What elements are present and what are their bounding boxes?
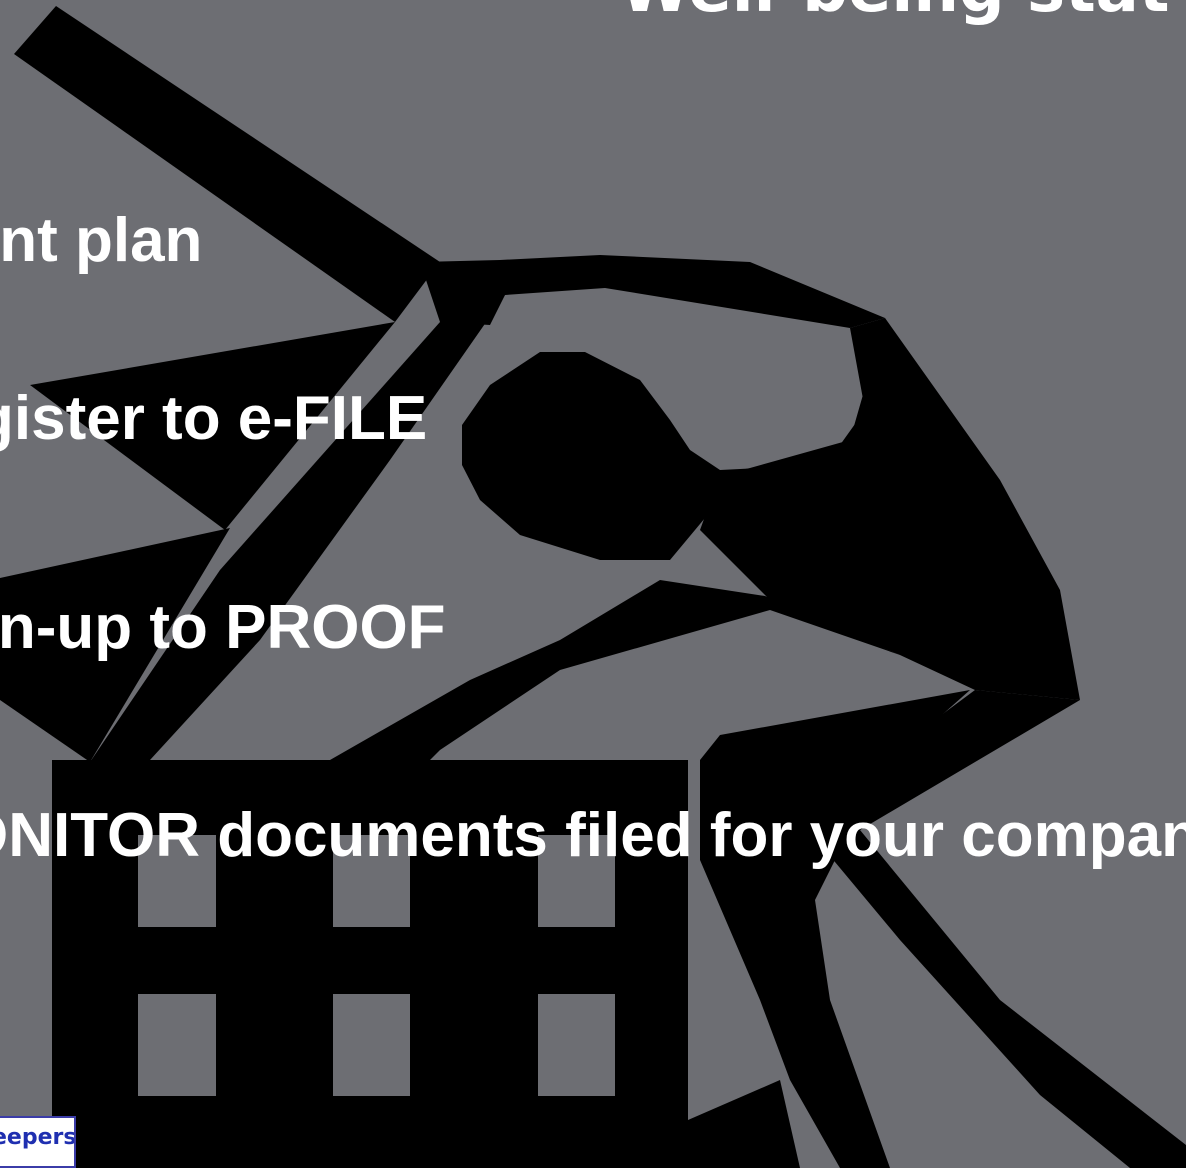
bullet-point-plan: int plan [0,206,203,275]
slide-heading: Well-being stat [620,0,1169,22]
bullet-monitor-documents: ONITOR documents filed for your company [0,801,1186,870]
bullet-signup-proof: gn-up to PROOF [0,593,446,662]
worker-arm [420,255,885,328]
worker-body [700,318,1080,700]
worker-lifting-building-icon [0,6,1186,1168]
bullet-register-efile: gister to e-FILE [0,384,428,453]
building-window [538,994,615,1096]
building-window [138,994,216,1096]
building-window [333,994,410,1096]
brand-logo-badge: eepers [0,1116,76,1168]
brand-logo-text: eepers [0,1125,76,1150]
presentation-slide: Well-being stat int plan gister to e-FIL… [0,0,1186,1168]
worker-foot [688,1080,800,1168]
